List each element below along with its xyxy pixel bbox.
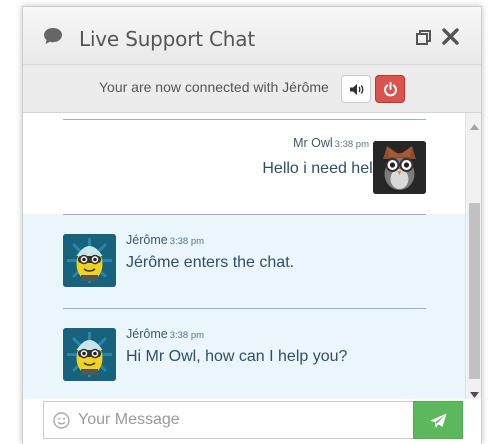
chat-widget: Live Support Chat Your are now connected…	[22, 6, 482, 444]
message-sender: Jérôme 3:38 pm	[126, 233, 205, 247]
chat-title: Live Support Chat	[79, 27, 255, 51]
comment-icon	[43, 27, 63, 50]
message-divider	[63, 214, 426, 215]
sound-toggle-button[interactable]	[341, 75, 371, 103]
message-divider	[63, 308, 426, 309]
agent-avatar	[63, 328, 116, 381]
message-time: 3:38 pm	[169, 236, 205, 247]
scroll-up-arrow-icon[interactable]	[470, 117, 479, 135]
restore-window-icon[interactable]	[416, 30, 431, 50]
message-time: 3:38 pm	[169, 330, 205, 341]
scrollbar-thumb[interactable]	[469, 203, 480, 379]
agent-avatar	[63, 234, 116, 287]
message-input-wrapper	[43, 401, 413, 439]
message-item: Jérôme 3:38 pm Jérôme enters the chat.	[23, 214, 465, 308]
paper-plane-icon	[430, 413, 447, 428]
message-sender: Jérôme 3:38 pm	[126, 327, 205, 341]
close-icon[interactable]	[442, 28, 459, 50]
power-icon	[384, 82, 397, 97]
connection-status-text: Your are now connected with Jérôme	[99, 79, 329, 95]
connection-status-bar: Your are now connected with Jérôme	[23, 65, 481, 113]
message-item: Jérôme 3:38 pm Hi Mr Owl, how can I help …	[23, 308, 465, 399]
message-sender: Mr Owl 3:38 pm	[293, 136, 369, 150]
smiley-icon[interactable]	[53, 412, 70, 434]
send-button[interactable]	[413, 401, 463, 439]
message-scrollbar[interactable]	[465, 113, 481, 399]
message-text: Hello i need help!	[262, 160, 386, 177]
owl-avatar	[373, 141, 426, 194]
message-list[interactable]: Mr Owl 3:38 pm Hello i need help! Jérôme…	[23, 113, 465, 399]
end-chat-button[interactable]	[375, 75, 405, 103]
message-text: Hi Mr Owl, how can I help you?	[126, 348, 348, 365]
message-item: Mr Owl 3:38 pm Hello i need help!	[23, 120, 465, 214]
message-text: Jérôme enters the chat.	[126, 254, 295, 271]
message-input[interactable]	[78, 408, 398, 432]
chat-header: Live Support Chat	[23, 7, 481, 65]
volume-icon	[350, 84, 364, 95]
message-composer	[23, 399, 481, 444]
message-time: 3:38 pm	[334, 139, 369, 150]
